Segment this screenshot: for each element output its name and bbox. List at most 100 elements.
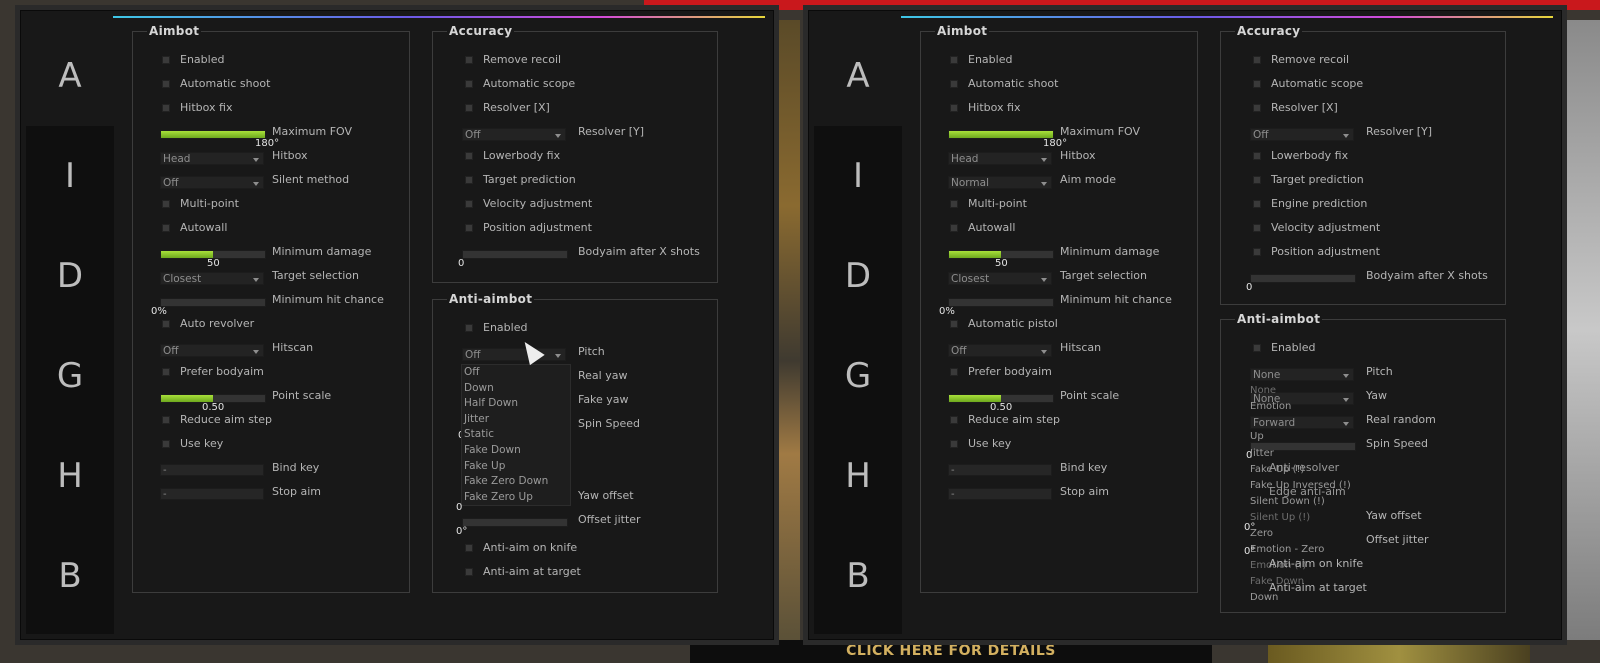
hitbox-fix-checkbox[interactable] [162, 104, 170, 112]
pitch-select[interactable]: None [1250, 368, 1354, 381]
overlap-option: Up [1250, 431, 1264, 442]
group-title: Anti-aimbot [447, 292, 535, 306]
lowerbody-fix-checkbox[interactable] [465, 152, 473, 160]
target-selection-select[interactable]: Closest [160, 272, 264, 285]
dropdown-option[interactable]: Jitter [462, 412, 570, 428]
prefer-bodyaim-checkbox[interactable] [950, 368, 958, 376]
real-random-select[interactable]: Forward [1250, 416, 1354, 429]
bodyaim-after-slider[interactable] [462, 250, 568, 259]
bodyaim-after-slider[interactable] [1250, 274, 1356, 283]
dropdown-option[interactable]: Fake Up [462, 459, 570, 475]
hitscan-label: Hitscan [1060, 341, 1102, 354]
maximum-fov-slider[interactable] [160, 130, 266, 139]
yaw-offset-label: Yaw offset [1366, 509, 1422, 522]
resolver-y-select[interactable]: Off [462, 128, 566, 141]
engine-prediction-checkbox[interactable] [1253, 200, 1261, 208]
tab-misc[interactable]: D [26, 226, 114, 326]
dropdown-option[interactable]: Fake Down [462, 443, 570, 459]
tab-h[interactable]: H [26, 426, 114, 526]
tab-aimbot[interactable]: A [814, 26, 902, 126]
target-selection-select[interactable]: Closest [948, 272, 1052, 285]
promo-banner[interactable]: CLICK HERE FOR DETAILS [690, 640, 1212, 663]
velocity-adjustment-checkbox[interactable] [465, 200, 473, 208]
hitbox-fix-label: Hitbox fix [968, 101, 1021, 114]
position-adjustment-checkbox[interactable] [465, 224, 473, 232]
resolver-y-select[interactable]: Off [1250, 128, 1354, 141]
aa-enabled-checkbox[interactable] [1253, 344, 1261, 352]
enabled-checkbox[interactable] [162, 56, 170, 64]
auto-revolver-checkbox[interactable] [162, 320, 170, 328]
tab-b[interactable]: B [814, 526, 902, 626]
automatic-scope-checkbox[interactable] [465, 80, 473, 88]
aim-mode-select[interactable]: Normal [948, 176, 1052, 189]
automatic-shoot-checkbox[interactable] [162, 80, 170, 88]
lowerbody-fix-label: Lowerbody fix [1271, 149, 1349, 162]
target-prediction-checkbox[interactable] [1253, 176, 1261, 184]
stop-aim-input[interactable]: - [948, 488, 1052, 500]
tab-visuals[interactable]: I [26, 126, 114, 226]
tab-h[interactable]: H [814, 426, 902, 526]
use-key-checkbox[interactable] [162, 440, 170, 448]
target-prediction-checkbox[interactable] [465, 176, 473, 184]
resolver-x-checkbox[interactable] [1253, 104, 1261, 112]
autowall-checkbox[interactable] [950, 224, 958, 232]
dropdown-option[interactable]: Half Down [462, 396, 570, 412]
hitscan-select[interactable]: Off [160, 344, 264, 357]
prefer-bodyaim-checkbox[interactable] [162, 368, 170, 376]
slider-fill [161, 131, 265, 138]
automatic-scope-checkbox[interactable] [1253, 80, 1261, 88]
aa-enabled-checkbox[interactable] [465, 324, 473, 332]
use-key-checkbox[interactable] [950, 440, 958, 448]
hitscan-select[interactable]: Off [948, 344, 1052, 357]
remove-recoil-checkbox[interactable] [465, 56, 473, 64]
tab-b[interactable]: B [26, 526, 114, 626]
bind-key-input[interactable]: - [160, 464, 264, 476]
dropdown-option[interactable]: Off [462, 365, 570, 381]
multi-point-checkbox[interactable] [950, 200, 958, 208]
automatic-shoot-checkbox[interactable] [950, 80, 958, 88]
lowerbody-fix-checkbox[interactable] [1253, 152, 1261, 160]
tab-visuals[interactable]: I [814, 126, 902, 226]
bind-key-input[interactable]: - [948, 464, 1052, 476]
velocity-adjustment-checkbox[interactable] [1253, 224, 1261, 232]
engine-prediction-label: Engine prediction [1271, 197, 1368, 210]
hitbox-fix-checkbox[interactable] [950, 104, 958, 112]
group-title: Anti-aimbot [1235, 312, 1323, 326]
bodyaim-after-value: 0 [1246, 282, 1253, 293]
hitbox-select[interactable]: Head [948, 152, 1052, 165]
tab-bar: A I D G H B [814, 26, 902, 634]
reduce-aim-step-checkbox[interactable] [162, 416, 170, 424]
hitbox-select[interactable]: Head [160, 152, 264, 165]
dropdown-option[interactable]: Fake Zero Down [462, 474, 570, 490]
aa-on-knife-checkbox[interactable] [465, 544, 473, 552]
overlap-option: Silent Up (!) [1250, 512, 1311, 523]
minimum-hit-chance-slider[interactable] [160, 298, 266, 307]
tab-g[interactable]: G [814, 326, 902, 426]
pitch-select[interactable]: Off [462, 348, 566, 361]
minimum-hit-chance-slider[interactable] [948, 298, 1054, 307]
tab-misc[interactable]: D [814, 226, 902, 326]
dropdown-option[interactable]: Static [462, 427, 570, 443]
point-scale-value: 0.50 [990, 402, 1013, 413]
autowall-checkbox[interactable] [162, 224, 170, 232]
multi-point-checkbox[interactable] [162, 200, 170, 208]
maximum-fov-label: Maximum FOV [272, 125, 353, 138]
automatic-pistol-checkbox[interactable] [950, 320, 958, 328]
accent-line [113, 16, 765, 18]
automatic-scope-label: Automatic scope [1271, 77, 1364, 90]
remove-recoil-checkbox[interactable] [1253, 56, 1261, 64]
enabled-checkbox[interactable] [950, 56, 958, 64]
aa-at-target-checkbox[interactable] [465, 568, 473, 576]
resolver-x-checkbox[interactable] [465, 104, 473, 112]
tab-aimbot[interactable]: A [26, 26, 114, 126]
maximum-fov-slider[interactable] [948, 130, 1054, 139]
stop-aim-input[interactable]: - [160, 488, 264, 500]
offset-jitter-slider[interactable] [462, 518, 568, 527]
pitch-label: Pitch [578, 345, 605, 358]
position-adjustment-checkbox[interactable] [1253, 248, 1261, 256]
dropdown-option[interactable]: Fake Zero Up [462, 490, 570, 506]
tab-g[interactable]: G [26, 326, 114, 426]
reduce-aim-step-checkbox[interactable] [950, 416, 958, 424]
silent-method-select[interactable]: Off [160, 176, 264, 189]
dropdown-option[interactable]: Down [462, 381, 570, 397]
